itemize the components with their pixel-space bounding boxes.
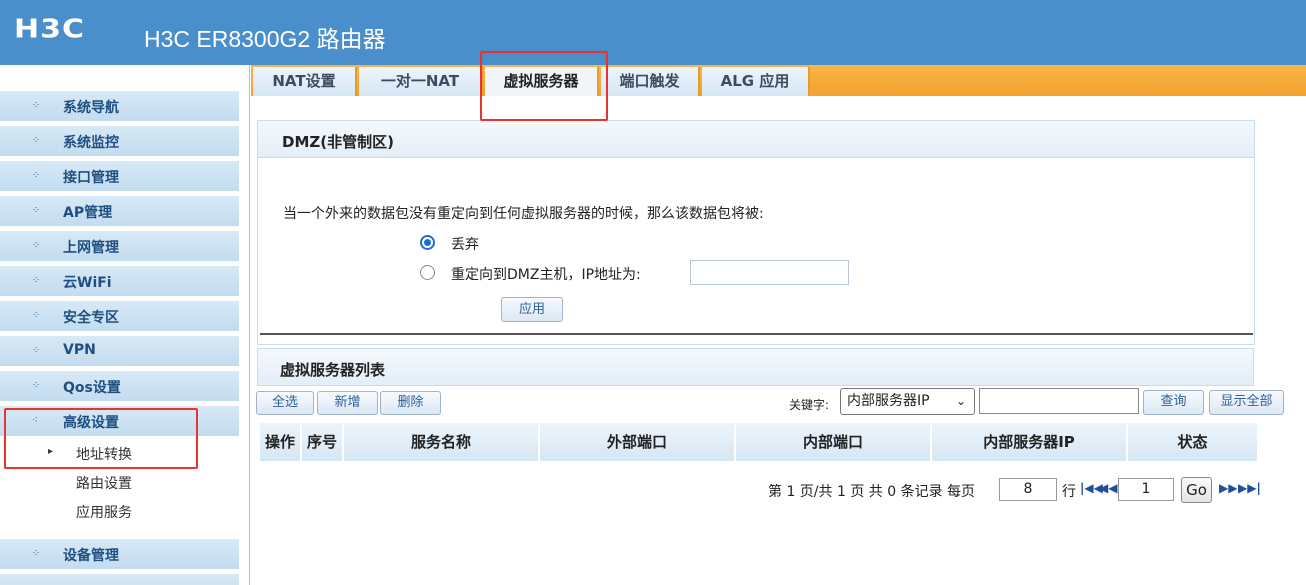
sidebar: ⁘ 系统导航 ⁘ 系统监控 ⁘ 接口管理 ⁘ AP管理 ⁘ 上网管理 ⁘ 云Wi…	[0, 65, 250, 585]
tab-one-to-one-nat[interactable]: 一对一NAT	[359, 67, 483, 96]
dots-bullet-icon: ⁘	[32, 100, 41, 111]
prev-page-icon[interactable]: ◀◀	[1099, 481, 1117, 495]
dots-bullet-icon: ⁘	[32, 205, 41, 216]
dots-bullet-icon: ⁘	[32, 135, 41, 146]
keyword-label: 关键字:	[789, 398, 830, 412]
sidebar-item-internet[interactable]: ⁘ 上网管理	[0, 231, 239, 262]
column-header: 状态	[1177, 433, 1208, 451]
dots-bullet-icon: ⁘	[32, 240, 41, 251]
column-header: 内部服务器IP	[932, 423, 1128, 461]
apply-button[interactable]: 应用	[501, 297, 563, 322]
tab-alg[interactable]: ALG 应用	[702, 67, 810, 96]
dots-bullet-icon: ⁘	[32, 345, 41, 356]
discard-radio[interactable]	[420, 235, 435, 250]
dmz-title: DMZ(非管制区)	[282, 133, 394, 151]
search-button[interactable]: 查询	[1143, 390, 1204, 415]
h3c-logo: H3C	[14, 14, 85, 45]
sidebar-item-interface[interactable]: ⁘ 接口管理	[0, 161, 239, 192]
per-page-input[interactable]: 8	[999, 478, 1057, 501]
virtual-server-list-header: 虚拟服务器列表	[257, 348, 1254, 386]
highlight-box-tab	[480, 51, 608, 121]
redirect-dmz-label: 重定向到DMZ主机，IP地址为:	[451, 267, 641, 283]
column-header: 序号	[302, 423, 344, 461]
column-header: 操作	[260, 423, 302, 461]
tab-nat-settings[interactable]: NAT设置	[253, 67, 357, 96]
column-header: 内部端口	[736, 423, 932, 461]
dmz-ip-input[interactable]	[690, 260, 849, 285]
sidebar-subitem-label: 应用服务	[76, 505, 132, 521]
dmz-description: 当一个外来的数据包没有重定向到任何虚拟服务器的时候，那么该数据包将被:	[283, 206, 764, 222]
last-page-icon[interactable]: ▶▶|	[1238, 481, 1261, 495]
sidebar-item-security[interactable]: ⁘ 安全专区	[0, 301, 239, 332]
sidebar-subitem-app-service[interactable]: 应用服务	[0, 497, 239, 525]
sidebar-item-label: VPN	[63, 342, 96, 358]
divider	[260, 333, 1253, 335]
sidebar-item-label: 系统导航	[63, 100, 119, 116]
chevron-down-icon: ⌄	[955, 394, 966, 408]
keyword-input[interactable]	[979, 388, 1139, 414]
sidebar-item-more[interactable]: ⁘	[0, 574, 239, 585]
table-header: 操作 序号 服务名称 外部端口 内部端口 内部服务器IP 状态	[260, 423, 1257, 461]
sidebar-item-label: 系统监控	[63, 135, 119, 151]
select-all-button[interactable]: 全选	[256, 391, 314, 415]
column-header: 服务名称	[344, 423, 540, 461]
app-title: H3C ER8300G2 路由器	[144, 26, 386, 52]
sidebar-item-qos[interactable]: ⁘ Qos设置	[0, 371, 239, 402]
dmz-panel: DMZ(非管制区) 当一个外来的数据包没有重定向到任何虚拟服务器的时候，那么该数…	[257, 120, 1255, 345]
sidebar-item-label: 设备管理	[63, 548, 119, 564]
sidebar-item-label: Qos设置	[63, 380, 121, 396]
show-all-button[interactable]: 显示全部	[1209, 390, 1284, 415]
keyword-select[interactable]: 内部服务器IP ⌄	[840, 388, 975, 415]
sidebar-item-cloud-wifi[interactable]: ⁘ 云WiFi	[0, 266, 239, 297]
dots-bullet-icon: ⁘	[32, 548, 41, 559]
sidebar-subitem-routing[interactable]: 路由设置	[0, 468, 239, 496]
column-header: 外部端口	[540, 423, 736, 461]
app-header: H3C H3C ER8300G2 路由器	[0, 0, 1306, 65]
discard-label: 丢弃	[451, 237, 479, 253]
sidebar-item-label: 安全专区	[63, 310, 119, 326]
sidebar-item-label: 上网管理	[63, 240, 119, 256]
dots-bullet-icon: ⁘	[32, 170, 41, 181]
go-button[interactable]: Go	[1181, 477, 1212, 503]
sidebar-item-label: 接口管理	[63, 170, 119, 186]
sidebar-item-label: AP管理	[63, 205, 113, 221]
page-input[interactable]: 1	[1118, 478, 1174, 501]
sidebar-item-label: 云WiFi	[63, 275, 112, 291]
rows-label: 行	[1062, 484, 1076, 500]
redirect-dmz-radio[interactable]	[420, 265, 435, 280]
sidebar-item-system-nav[interactable]: ⁘ 系统导航	[0, 91, 239, 122]
sidebar-item-device[interactable]: ⁘ 设备管理	[0, 539, 239, 570]
add-button[interactable]: 新增	[317, 391, 378, 415]
list-title: 虚拟服务器列表	[280, 361, 386, 379]
sidebar-item-vpn[interactable]: ⁘ VPN	[0, 336, 239, 367]
dmz-panel-header: DMZ(非管制区)	[258, 121, 1254, 158]
tab-bar: NAT设置 一对一NAT 虚拟服务器 端口触发 ALG 应用	[251, 65, 1306, 96]
sidebar-item-system-monitor[interactable]: ⁘ 系统监控	[0, 126, 239, 157]
tab-port-trigger[interactable]: 端口触发	[601, 67, 700, 96]
highlight-box-sidebar	[4, 408, 198, 469]
keyword-select-value: 内部服务器IP	[847, 393, 930, 409]
dots-bullet-icon: ⁘	[32, 310, 41, 321]
sidebar-item-ap[interactable]: ⁘ AP管理	[0, 196, 239, 227]
sidebar-subitem-label: 路由设置	[76, 476, 132, 492]
dots-bullet-icon: ⁘	[32, 275, 41, 286]
next-page-icon[interactable]: ▶▶	[1219, 481, 1237, 495]
dots-bullet-icon: ⁘	[32, 380, 41, 391]
pager-summary: 第 1 页/共 1 页 共 0 条记录 每页	[768, 484, 976, 500]
delete-button[interactable]: 删除	[380, 391, 441, 415]
